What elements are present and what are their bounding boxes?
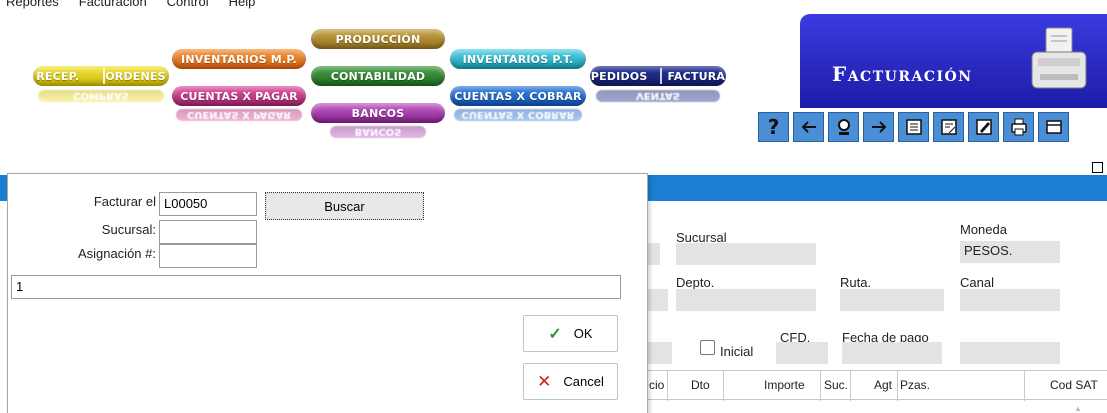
- ruta-field[interactable]: [840, 289, 944, 311]
- module-reflection: VENTAS: [596, 90, 720, 102]
- close-icon: ✕: [537, 371, 552, 391]
- menu-reportes[interactable]: Reportes: [6, 0, 59, 10]
- document-icon[interactable]: [933, 112, 964, 142]
- help-glyph: ?: [767, 115, 780, 139]
- field-partial: [646, 289, 668, 311]
- column-header[interactable]: Suc.: [824, 378, 848, 392]
- asignacion-detail-input[interactable]: 1: [11, 275, 621, 299]
- field-partial: [646, 342, 672, 364]
- moneda-value: PESOS.: [964, 243, 1013, 258]
- module-reflection: CUENTAS X PAGAR: [176, 109, 302, 121]
- printer-icon: [1031, 27, 1087, 89]
- column-separator: [1024, 371, 1025, 401]
- module-title-panel: Facturación: [800, 14, 1107, 108]
- column-separator: [850, 371, 851, 401]
- asignacion-label: Asignación #:: [77, 246, 156, 261]
- menu-bar: Reportes Facturación Control Help: [0, 0, 255, 10]
- column-separator: [897, 371, 898, 401]
- maximize-icon[interactable]: [1092, 162, 1103, 173]
- module-cuentas-pagar-button[interactable]: CUENTAS X PAGAR: [172, 86, 306, 106]
- pill-divider: [103, 68, 105, 84]
- cancel-label: Cancel: [563, 374, 604, 389]
- facturar-label: Facturar el: [93, 194, 156, 209]
- column-separator: [667, 371, 668, 401]
- help-icon[interactable]: ?: [758, 112, 789, 142]
- arrow-right-icon[interactable]: [863, 112, 894, 142]
- module-inventarios-pt-button[interactable]: INVENTARIOS P.T.: [450, 49, 586, 69]
- fecha-pago-field[interactable]: [842, 342, 942, 364]
- extra-field[interactable]: [960, 342, 1060, 364]
- cancel-button[interactable]: ✕ Cancel: [523, 363, 618, 400]
- menu-help[interactable]: Help: [229, 0, 256, 10]
- list-icon[interactable]: [898, 112, 929, 142]
- column-header[interactable]: Importe: [764, 378, 805, 392]
- column-header[interactable]: Pzas.: [900, 378, 930, 392]
- sucursal-input[interactable]: [159, 220, 257, 244]
- module-recep-button[interactable]: RECEP.: [36, 70, 79, 83]
- ruta-label: Ruta.: [840, 275, 872, 290]
- print-icon[interactable]: [1003, 112, 1034, 142]
- edit-icon[interactable]: [968, 112, 999, 142]
- canal-field[interactable]: [960, 289, 1060, 311]
- module-inventarios-mp-button[interactable]: INVENTARIOS M.P.: [172, 49, 306, 69]
- module-bancos-button[interactable]: BANCOS: [311, 103, 445, 123]
- module-ordenes-button[interactable]: ORDENES: [105, 70, 166, 83]
- module-reflection: BANCOS: [330, 126, 426, 138]
- module-cuentas-cobrar-button[interactable]: CUENTAS X COBRAR: [450, 86, 586, 106]
- depto-label: Depto.: [676, 275, 715, 290]
- module-recep-ordenes: RECEP. ORDENES: [33, 66, 169, 86]
- module-contabilidad-button[interactable]: CONTABILIDAD: [311, 66, 445, 86]
- asignacion-input[interactable]: [159, 244, 257, 268]
- ok-label: OK: [573, 326, 593, 341]
- module-pedidos-factura: PEDIDOS FACTURA: [590, 66, 726, 86]
- field-partial: [646, 243, 660, 265]
- column-header[interactable]: Dto: [691, 378, 710, 392]
- column-header[interactable]: Cod SAT: [1050, 378, 1098, 392]
- facturar-input[interactable]: L00050: [159, 192, 257, 216]
- menu-control[interactable]: Control: [167, 0, 209, 10]
- search-icon[interactable]: [828, 112, 859, 142]
- toolbar: ?: [758, 112, 1069, 142]
- app-window: Reportes Facturación Control Help RECEP.…: [0, 0, 1107, 413]
- column-separator: [820, 371, 821, 401]
- menu-facturacion[interactable]: Facturación: [79, 0, 147, 10]
- module-reflection: CUENTAS X COBRAR: [454, 109, 582, 121]
- module-produccion-button[interactable]: PRODUCCIÓN: [311, 29, 445, 49]
- sucursal-label: Sucursal:: [101, 222, 156, 237]
- moneda-field[interactable]: PESOS.: [960, 241, 1060, 263]
- module-pedidos-button[interactable]: PEDIDOS: [591, 70, 648, 83]
- column-header[interactable]: cio: [649, 378, 664, 392]
- pill-divider: [660, 68, 662, 84]
- sucursal-field[interactable]: [676, 243, 816, 265]
- module-factura-button[interactable]: FACTURA: [667, 70, 725, 83]
- arrow-left-icon[interactable]: [793, 112, 824, 142]
- inicial-checkbox[interactable]: [700, 340, 715, 355]
- inicial-label: Inicial: [720, 344, 754, 359]
- buscar-button[interactable]: Buscar: [265, 192, 424, 220]
- checkmark-icon: ✓: [548, 325, 562, 343]
- scroll-up-icon[interactable]: ▲: [1074, 404, 1082, 413]
- canal-label: Canal: [960, 275, 994, 290]
- page-title: Facturación: [832, 62, 973, 86]
- column-header[interactable]: Agt: [874, 378, 892, 392]
- module-reflection: COMPRAS: [38, 90, 164, 102]
- items-grid-header: cio Dto Importe Suc. Agt Pzas. Cod SAT: [646, 370, 1107, 401]
- depto-field[interactable]: [676, 289, 816, 311]
- window-icon[interactable]: [1038, 112, 1069, 142]
- ok-button[interactable]: ✓ OK: [523, 315, 618, 352]
- facturar-dialog: Facturar el L00050 Buscar Sucursal: Asig…: [7, 173, 648, 413]
- column-separator: [723, 371, 724, 401]
- moneda-label: Moneda: [960, 222, 1007, 237]
- cfd-field[interactable]: [776, 342, 828, 364]
